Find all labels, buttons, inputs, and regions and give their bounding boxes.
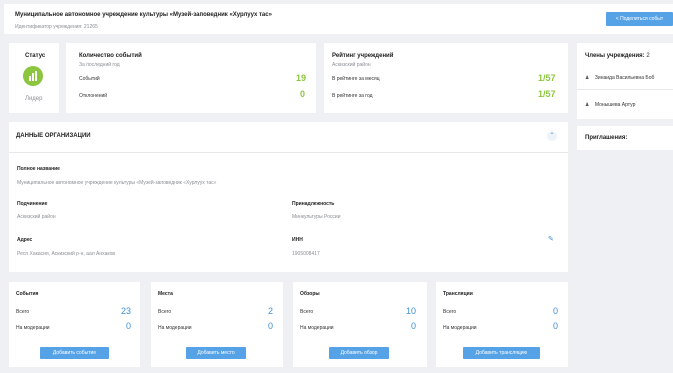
member-item[interactable]: ♟ Зинаида Васильевна Боб xyxy=(585,75,654,81)
rating-month-label: В рейтинге за месяц xyxy=(332,76,380,82)
user-icon: ♟ xyxy=(585,75,590,81)
stat-total-value: 23 xyxy=(121,306,132,316)
members-card: Члены учреждения: 2 ♟ Зинаида Васильевна… xyxy=(577,43,673,119)
subordination-value: Аскизский район xyxy=(17,214,56,220)
page-title: Муниципальное автономное учреждение куль… xyxy=(15,12,272,18)
section-divider xyxy=(9,152,568,153)
section-title: ДАННЫЕ ОРГАНИЗАЦИИ xyxy=(16,133,91,139)
full-name-value: Муниципальное автономное учреждение куль… xyxy=(17,180,217,186)
events-row-label: Событий xyxy=(79,76,100,82)
invited-title: Приглашения: xyxy=(585,135,628,141)
inn-value: 1905008417 xyxy=(292,251,320,257)
rating-year-label: В рейтинге за год xyxy=(332,93,373,99)
stat-card-title: События xyxy=(16,291,39,297)
stat-moderation-value: 0 xyxy=(268,321,274,331)
members-divider xyxy=(577,89,673,90)
status-badge xyxy=(23,66,43,86)
events-count-card: Количество событий За последний год Собы… xyxy=(66,43,316,113)
address-value: Респ Хакасия, Аскизский р-н, аал Анхаков xyxy=(17,251,116,257)
events-count-title: Количество событий xyxy=(79,53,142,59)
share-button[interactable]: < Поделиться событ xyxy=(606,12,673,26)
stat-card-title: Обзоры xyxy=(300,291,320,297)
affiliation-label: Принадлежность xyxy=(292,201,335,207)
stat-moderation-label: На модерации xyxy=(158,325,192,331)
stat-moderation-value: 0 xyxy=(126,321,132,331)
org-data-card: ДАННЫЕ ОРГАНИЗАЦИИ ⌃ Полное название Мун… xyxy=(9,122,568,272)
stat-card-broadcasts: Трансляции Всего 0 На модерации 0 Добави… xyxy=(436,282,568,367)
member-item[interactable]: ♟ Монышева Артур xyxy=(585,102,635,108)
stat-total-label: Всего xyxy=(443,309,457,315)
share-icon: < xyxy=(615,16,619,22)
rejections-row-label: Отклонений xyxy=(79,93,108,99)
stat-moderation-label: На модерации xyxy=(16,325,50,331)
status-card: Статус Лидер xyxy=(9,43,59,113)
add-place-button[interactable]: Добавить место xyxy=(186,347,246,359)
stat-moderation-label: На модерации xyxy=(443,325,477,331)
rejections-row-value: 0 xyxy=(300,89,306,99)
stat-card-title: Трансляции xyxy=(443,291,473,297)
stat-card-title: Места xyxy=(158,291,173,297)
add-review-button[interactable]: Добавить обзор xyxy=(329,347,389,359)
stat-card-reviews: Обзоры Всего 10 На модерации 0 Добавить … xyxy=(293,282,427,367)
subordination-label: Подчинение xyxy=(17,201,48,207)
stat-moderation-value: 0 xyxy=(411,321,417,331)
add-event-button[interactable]: Добавить событие xyxy=(40,347,109,359)
stat-card-events: События Всего 23 На модерации 0 Добавить… xyxy=(9,282,140,367)
org-id: Идентификатор учреждения: 21265 xyxy=(15,24,98,30)
full-name-label: Полное название xyxy=(17,166,60,172)
rating-year-value: 1/57 xyxy=(538,89,556,99)
page-header: Муниципальное автономное учреждение куль… xyxy=(4,4,673,34)
stat-total-label: Всего xyxy=(300,309,314,315)
chevron-up-icon[interactable]: ⌃ xyxy=(547,131,557,141)
status-value: Лидер xyxy=(25,96,43,102)
stat-total-label: Всего xyxy=(158,309,172,315)
rating-card: Рейтинг учреждений Аскизский район В рей… xyxy=(324,43,568,113)
events-count-subtitle: За последний год xyxy=(79,62,120,68)
stat-total-value: 10 xyxy=(406,306,417,316)
stat-total-label: Всего xyxy=(16,309,30,315)
affiliation-value: Минкультуры России xyxy=(292,214,341,220)
add-broadcast-button[interactable]: Добавить трансляцию xyxy=(463,347,540,359)
stat-card-places: Места Всего 2 На модерации 0 Добавить ме… xyxy=(151,282,283,367)
stat-moderation-label: На модерации xyxy=(300,325,334,331)
members-title: Члены учреждения: 2 xyxy=(585,53,650,59)
inn-label: ИНН xyxy=(292,237,303,243)
edit-icon[interactable]: ✎ xyxy=(548,235,554,243)
stat-moderation-value: 0 xyxy=(553,321,559,331)
bar-chart-icon xyxy=(29,71,37,81)
invited-card: Приглашения: xyxy=(577,126,673,150)
user-icon: ♟ xyxy=(585,102,590,108)
rating-month-value: 1/57 xyxy=(538,73,556,83)
address-label: Адрес xyxy=(17,237,33,243)
stat-total-value: 0 xyxy=(553,306,559,316)
status-label: Статус xyxy=(25,53,46,59)
events-row-value: 19 xyxy=(296,73,307,83)
rating-subtitle: Аскизский район xyxy=(332,62,371,68)
rating-title: Рейтинг учреждений xyxy=(332,53,394,59)
stat-total-value: 2 xyxy=(268,306,274,316)
